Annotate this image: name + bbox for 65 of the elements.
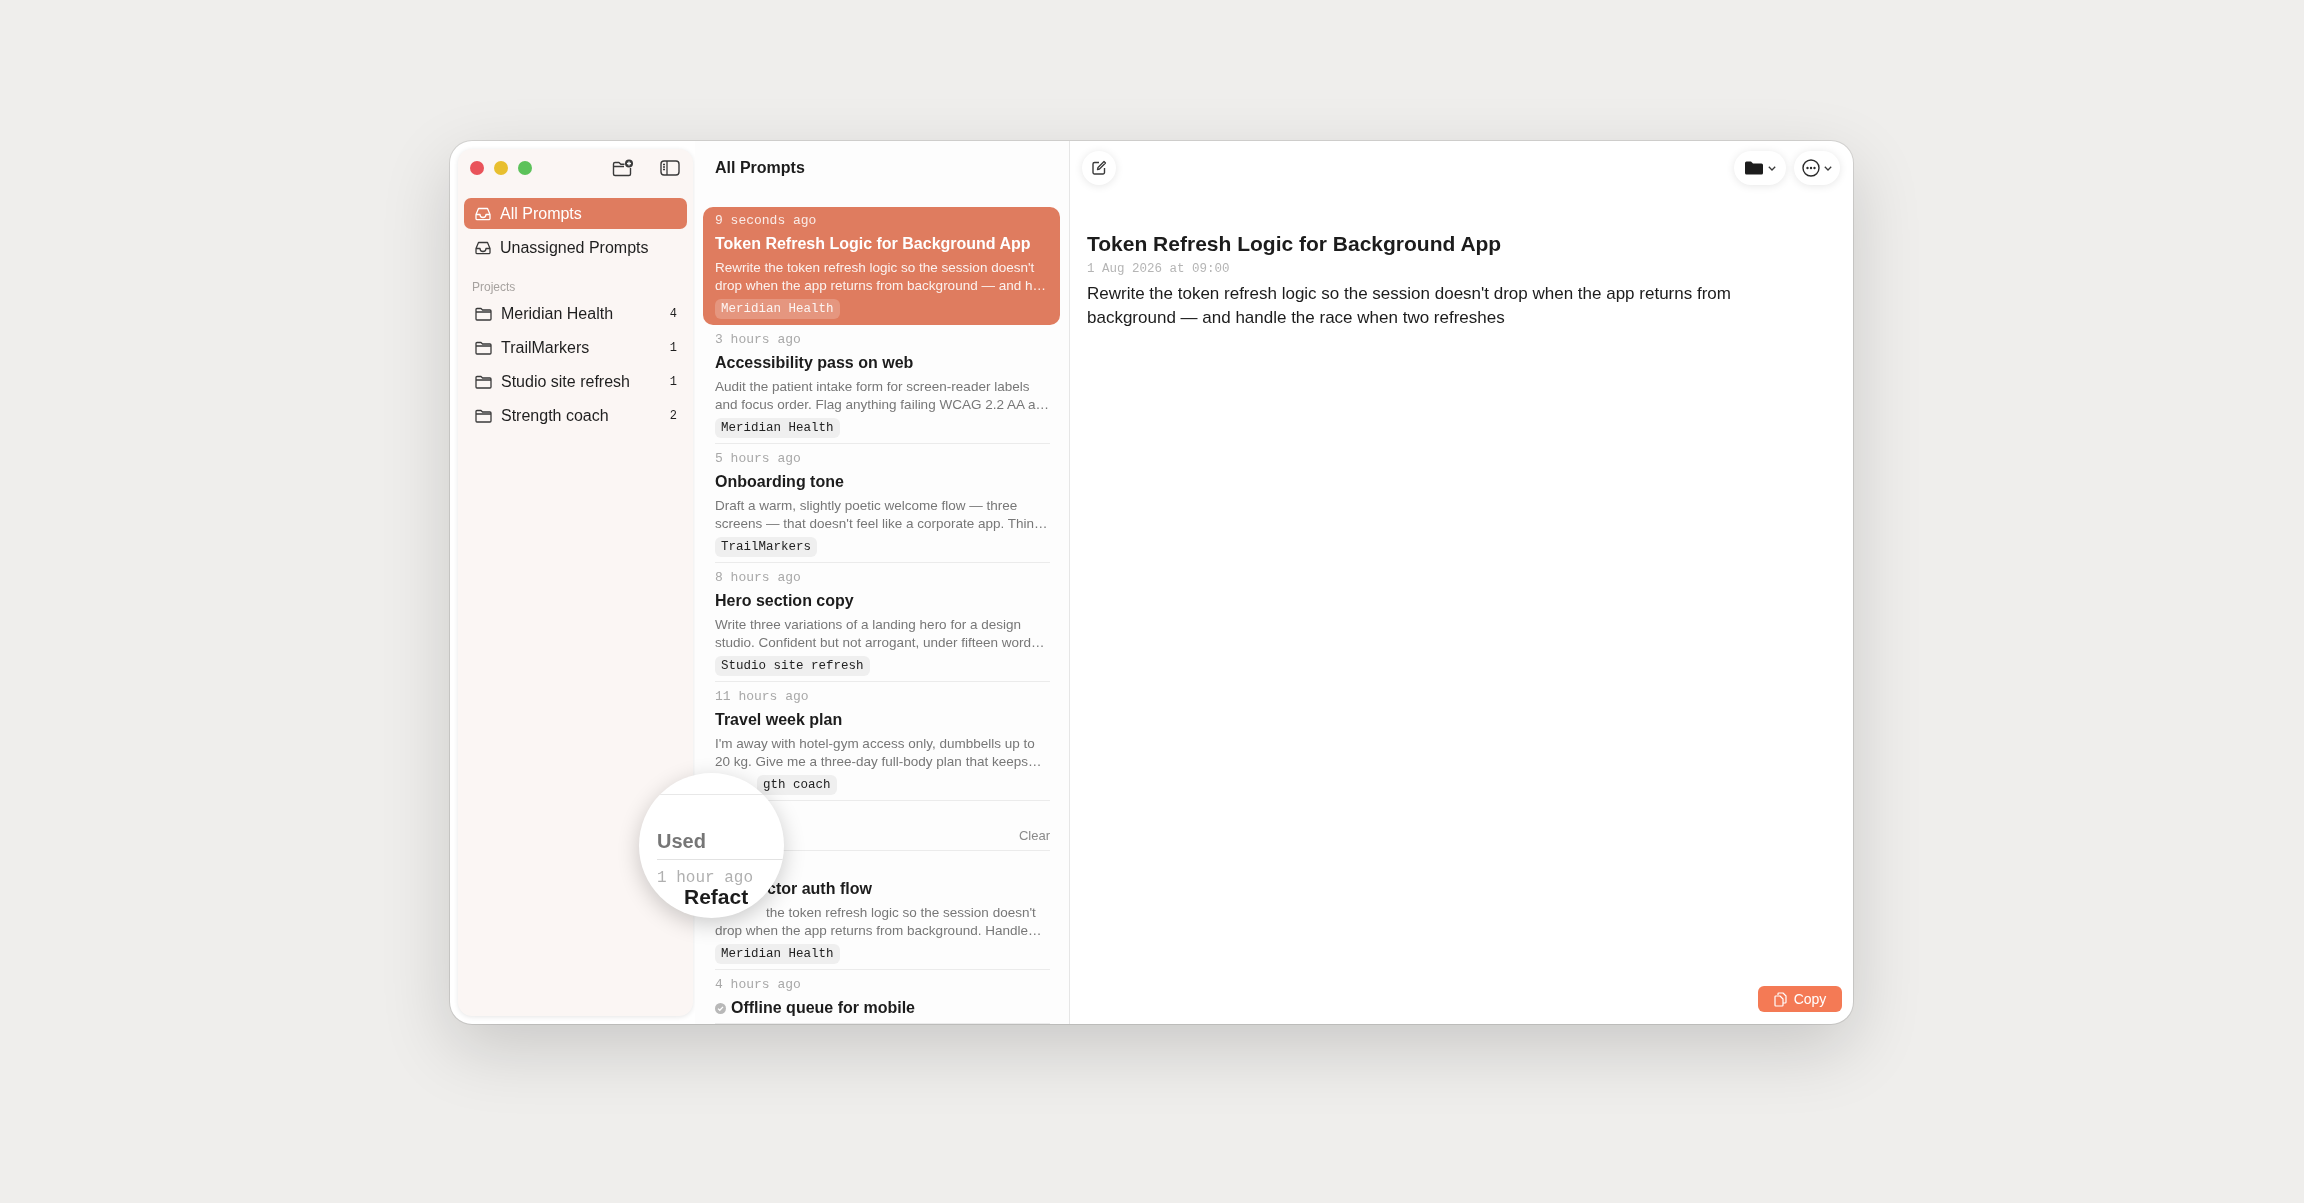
- prompt-title: Hero section copy: [715, 591, 854, 611]
- project-name: Studio site refresh: [501, 371, 630, 392]
- prompt-time: 8 hours ago: [715, 570, 801, 586]
- compose-button[interactable]: [1082, 151, 1116, 185]
- folder-icon: [475, 374, 492, 389]
- chevron-down-icon: [1824, 165, 1832, 171]
- project-item[interactable]: Studio site refresh 1: [464, 366, 687, 397]
- prompt-preview: I'm away with hotel-gym access only, dumbbells up to 20 kg. Give me a three-day full-body plan that keeps…: [715, 735, 1043, 771]
- prompt-time: 3 hours ago: [715, 332, 801, 348]
- section-label: Projects: [471, 279, 517, 295]
- project-name: Meridian Health: [501, 303, 614, 324]
- project-tag: Meridian Health: [715, 944, 840, 964]
- project-tag: Meridian Health: [715, 418, 840, 438]
- copy-icon: [1773, 991, 1787, 1007]
- list-title: All Prompts: [715, 158, 805, 178]
- close-button[interactable]: [470, 161, 484, 175]
- folder-icon: [475, 306, 492, 321]
- section-heading: Used: [657, 829, 706, 853]
- ellipsis-circle-icon: [1802, 159, 1820, 177]
- prompt-title: Accessibility pass on web: [715, 353, 914, 373]
- prompt-preview: Rewrite the token refresh logic so the session doesn't drop when the app returns from background — and h…: [715, 259, 1047, 295]
- project-count: 1: [669, 339, 677, 357]
- prompt-preview: Write three variations of a landing hero for a design studio. Confident but not arrogant, under fifteen word…: [715, 616, 1046, 652]
- prompt-preview: Draft a warm, slightly poetic welcome flow — three screens — that doesn't feel like a corporate app. Thin…: [715, 497, 1049, 533]
- folder-icon: [475, 408, 492, 423]
- more-menu-button[interactable]: [1794, 151, 1840, 185]
- prompt-title: Onboarding tone: [715, 472, 844, 492]
- project-item[interactable]: TrailMarkers 1: [464, 332, 687, 363]
- prompt-preview: Audit the patient intake form for screen-reader labels and focus order. Flag anything failing WCAG 2.2 AA a…: [715, 378, 1050, 414]
- sidebar-item[interactable]: Unassigned Prompts: [464, 232, 687, 263]
- chevron-down-icon: [1768, 165, 1776, 171]
- clear-button[interactable]: Clear: [1018, 828, 1050, 844]
- prompt-title: Token Refresh Logic for Background App: [1087, 231, 1503, 257]
- project-count: 2: [669, 407, 677, 425]
- folder-menu-button[interactable]: [1734, 151, 1786, 185]
- prompt-title: Offline queue for mobile: [731, 998, 915, 1018]
- project-tag: Meridian Health: [715, 299, 840, 319]
- project-name: TrailMarkers: [501, 337, 590, 358]
- project-tag: TrailMarkers: [715, 537, 817, 557]
- prompt-preview: the token refresh logic so the session doesn't drop when the app returns from background. Handle…: [715, 904, 1043, 940]
- project-count: 4: [669, 305, 677, 323]
- folder-icon: [475, 340, 492, 355]
- folder-add-icon[interactable]: [612, 159, 634, 177]
- project-tag: gth coach: [757, 775, 837, 795]
- tray-icon: [475, 240, 491, 255]
- project-tag: Studio site refresh: [715, 656, 870, 676]
- project-count: 1: [669, 373, 677, 391]
- prompt-body: Rewrite the token refresh logic so the session doesn't drop when the app returns from background — and handle the race when two refreshes: [1087, 283, 1732, 329]
- prompt-title: ctor auth flow: [767, 879, 872, 899]
- tray-icon: [475, 206, 491, 221]
- project-item[interactable]: Strength coach 2: [464, 400, 687, 431]
- prompt-time: 4 hours ago: [715, 977, 801, 993]
- compose-icon: [1091, 160, 1107, 176]
- prompt-time: 9 seconds ago: [715, 213, 817, 229]
- prompt-title: Travel week plan: [715, 710, 843, 730]
- prompt-time: 1 hour ago: [657, 868, 753, 888]
- sidebar-toggle-icon[interactable]: [660, 160, 680, 176]
- prompt-date: 1 Aug 2026 at 09:00: [1087, 261, 1231, 278]
- prompt-title: Refact: [684, 888, 749, 906]
- folder-icon: [1744, 160, 1764, 176]
- prompt-time: 5 hours ago: [715, 451, 801, 467]
- prompt-time: 11 hours ago: [715, 689, 809, 705]
- prompt-title: Token Refresh Logic for Background App: [715, 234, 1031, 254]
- project-name: Strength coach: [501, 405, 609, 426]
- project-item[interactable]: Meridian Health 4: [464, 298, 687, 329]
